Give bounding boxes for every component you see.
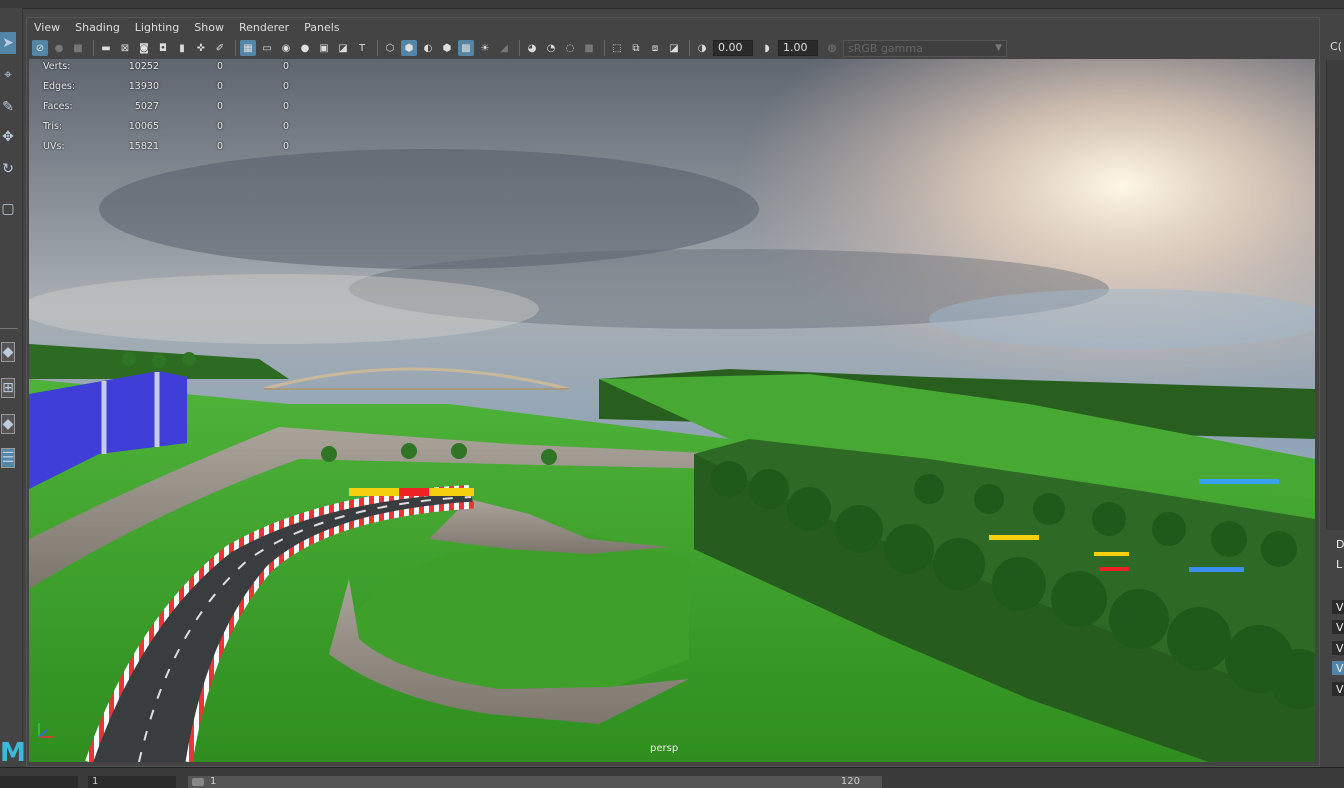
- chevron-down-icon: ▼: [995, 42, 1002, 53]
- 2d-pan-zoom-icon[interactable]: ⊠: [117, 40, 133, 56]
- time-slider[interactable]: 1 120: [188, 776, 882, 788]
- layer-visibility-4[interactable]: V: [1336, 662, 1344, 675]
- xray-icon[interactable]: ⬚: [609, 40, 625, 56]
- screen-space-ao-icon[interactable]: ◢: [496, 40, 512, 56]
- menu-shading[interactable]: Shading: [67, 19, 127, 37]
- time-slider-bar: 1 1 120: [0, 767, 1344, 788]
- wireframe-on-shaded-icon[interactable]: ◐: [420, 40, 436, 56]
- select-tool-icon[interactable]: ➤: [0, 32, 16, 54]
- lasso-tool-icon[interactable]: ⌖: [0, 64, 16, 86]
- gate-mask-icon[interactable]: ●: [297, 40, 313, 56]
- panel-toolbar: ⊘ ● ■ ▬ ⊠ ◙ ◘ ▮ ✜ ✐ ▦ ▭ ◉ ● ▣ ◪ T ⬡ ⬢ ◐ …: [32, 38, 1032, 58]
- maya-logo-icon: M: [0, 738, 26, 768]
- axis-gizmo-icon: [38, 723, 53, 738]
- textured-icon[interactable]: ⬢: [439, 40, 455, 56]
- layer-visibility-3[interactable]: V: [1336, 642, 1344, 655]
- poly-count-hud: Verts: 10252 0 0 Edges: 13930 0 0 Faces:…: [43, 61, 303, 161]
- move-tool-icon[interactable]: ✥: [0, 126, 16, 148]
- single-perspective-layout-icon[interactable]: ◆: [1, 342, 15, 362]
- xray-active-icon[interactable]: ⧈: [647, 40, 663, 56]
- layer-visibility-1[interactable]: V: [1336, 601, 1344, 614]
- range-start-field[interactable]: [0, 776, 78, 788]
- color-space-value: sRGB gamma: [848, 41, 923, 55]
- menu-view[interactable]: View: [26, 19, 67, 37]
- layer-editor-d[interactable]: D: [1336, 538, 1344, 551]
- pivot-icon[interactable]: ✜: [193, 40, 209, 56]
- wireframe-icon[interactable]: ⬡: [382, 40, 398, 56]
- hud-row-edges: Edges: 13930 0 0: [43, 81, 289, 92]
- time-start-label: 1: [210, 776, 217, 787]
- film-gate-icon[interactable]: ▭: [259, 40, 275, 56]
- camera-icon[interactable]: ◘: [155, 40, 171, 56]
- isolate-select-icon[interactable]: ■: [581, 40, 597, 56]
- shadows-icon[interactable]: ☀: [477, 40, 493, 56]
- camera-attributes-icon[interactable]: ●: [51, 40, 67, 56]
- menu-show[interactable]: Show: [186, 19, 231, 37]
- rotate-tool-icon[interactable]: ↻: [0, 158, 16, 180]
- toolbox-divider: [0, 328, 18, 329]
- image-plane-icon[interactable]: ▬: [98, 40, 114, 56]
- scene-render: [29, 59, 1315, 762]
- grid-icon[interactable]: ▦: [240, 40, 256, 56]
- xray-joints-icon[interactable]: ⧉: [628, 40, 644, 56]
- gamma-field[interactable]: 1.00: [778, 40, 818, 56]
- time-slider-handle[interactable]: [192, 778, 204, 786]
- bookmark-icon[interactable]: ▮: [174, 40, 190, 56]
- hud-row-tris: Tris: 10065 0 0: [43, 121, 289, 132]
- layer-visibility-2[interactable]: V: [1336, 621, 1344, 634]
- scale-tool-icon[interactable]: ▢: [0, 198, 16, 220]
- exposure-icon[interactable]: ◑: [694, 40, 710, 56]
- top-strip: [0, 0, 1344, 9]
- color-space-dropdown[interactable]: sRGB gamma ▼: [843, 39, 1007, 57]
- backface-culling-icon[interactable]: ◪: [666, 40, 682, 56]
- tool-box: ➤ ⌖ ✎ ✥ ↻ ▢ ◆ ⊞ ◆ ☰ M: [0, 8, 26, 768]
- current-frame-field[interactable]: 1: [88, 776, 176, 788]
- resolution-gate-icon[interactable]: ◉: [278, 40, 294, 56]
- camera-label: persp: [650, 743, 679, 754]
- brush-icon[interactable]: ✐: [212, 40, 228, 56]
- use-all-lights-icon[interactable]: ▩: [458, 40, 474, 56]
- depth-of-field-icon[interactable]: ◌: [562, 40, 578, 56]
- menu-renderer[interactable]: Renderer: [231, 19, 296, 37]
- exposure-field[interactable]: 0.00: [713, 40, 753, 56]
- hud-row-verts: Verts: 10252 0 0: [43, 61, 289, 72]
- paint-select-tool-icon[interactable]: ✎: [0, 96, 16, 118]
- menu-panels[interactable]: Panels: [296, 19, 346, 37]
- layer-visibility-5[interactable]: V: [1336, 683, 1344, 696]
- grease-pencil-icon[interactable]: ◙: [136, 40, 152, 56]
- motion-blur-icon[interactable]: ◕: [524, 40, 540, 56]
- side-by-side-layout-icon[interactable]: ◆: [1, 414, 15, 434]
- safe-action-icon[interactable]: ◪: [335, 40, 351, 56]
- 3d-viewport[interactable]: Verts: 10252 0 0 Edges: 13930 0 0 Faces:…: [29, 59, 1315, 762]
- color-management-icon[interactable]: ◍: [824, 40, 840, 56]
- bookmarks-icon[interactable]: ■: [70, 40, 86, 56]
- hud-row-faces: Faces: 5027 0 0: [43, 101, 289, 112]
- panel-menu-bar: View Shading Lighting Show Renderer Pane…: [26, 19, 347, 37]
- layer-editor-l[interactable]: L: [1336, 558, 1342, 571]
- multisample-aa-icon[interactable]: ◔: [543, 40, 559, 56]
- time-end-label: 120: [840, 776, 860, 787]
- outliner-layout-icon[interactable]: ☰: [1, 448, 15, 468]
- channel-box-tab[interactable]: C(: [1330, 40, 1342, 53]
- menu-lighting[interactable]: Lighting: [127, 19, 186, 37]
- channel-box-frame: [1326, 60, 1344, 530]
- safe-title-icon[interactable]: T: [354, 40, 370, 56]
- smooth-shade-icon[interactable]: ⬢: [401, 40, 417, 56]
- gamma-icon[interactable]: ◗: [759, 40, 775, 56]
- hud-row-uvs: UVs: 15821 0 0: [43, 141, 289, 152]
- four-view-layout-icon[interactable]: ⊞: [1, 378, 15, 398]
- field-chart-icon[interactable]: ▣: [316, 40, 332, 56]
- select-camera-icon[interactable]: ⊘: [32, 40, 48, 56]
